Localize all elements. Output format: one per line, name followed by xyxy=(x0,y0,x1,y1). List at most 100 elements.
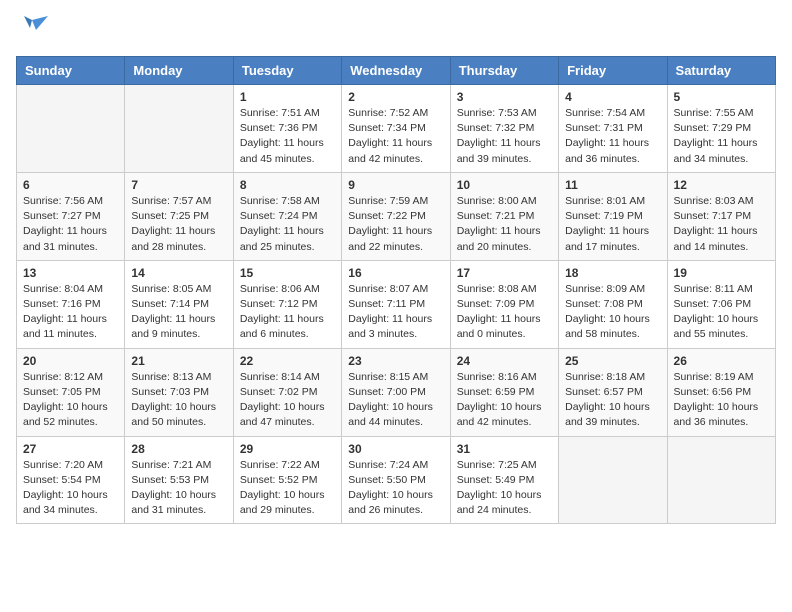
day-number: 6 xyxy=(23,178,118,192)
calendar-cell: 20 Sunrise: 8:12 AM Sunset: 7:05 PM Dayli… xyxy=(17,348,125,436)
page-header xyxy=(16,16,776,44)
calendar-cell: 9Sunrise: 7:59 AM Sunset: 7:22 PM Daylig… xyxy=(342,172,450,260)
calendar-cell: 16Sunrise: 8:07 AM Sunset: 7:11 PM Dayli… xyxy=(342,260,450,348)
calendar-cell: 6 Sunrise: 7:56 AM Sunset: 7:27 PM Daylig… xyxy=(17,172,125,260)
calendar-cell: 31 Sunrise: 7:25 AM Sunset: 5:49 PM Dayli… xyxy=(450,436,558,524)
calendar-header-row: SundayMondayTuesdayWednesdayThursdayFrid… xyxy=(17,57,776,85)
day-info: Sunrise: 7:24 AM Sunset: 5:50 PM Dayligh… xyxy=(348,458,443,519)
day-number: 22 xyxy=(240,354,335,368)
weekday-header-thursday: Thursday xyxy=(450,57,558,85)
day-info: Sunrise: 8:06 AM Sunset: 7:12 PM Dayligh… xyxy=(240,282,335,343)
day-number: 13 xyxy=(23,266,118,280)
calendar-cell xyxy=(667,436,775,524)
calendar-week-4: 20 Sunrise: 8:12 AM Sunset: 7:05 PM Dayli… xyxy=(17,348,776,436)
calendar-cell: 19 Sunrise: 8:11 AM Sunset: 7:06 PM Dayli… xyxy=(667,260,775,348)
day-number: 11 xyxy=(565,178,660,192)
calendar-cell: 8 Sunrise: 7:58 AM Sunset: 7:24 PM Daylig… xyxy=(233,172,341,260)
day-number: 1 xyxy=(240,90,335,104)
day-info: Sunrise: 7:51 AM Sunset: 7:36 PM Dayligh… xyxy=(240,106,335,167)
calendar-week-2: 6 Sunrise: 7:56 AM Sunset: 7:27 PM Daylig… xyxy=(17,172,776,260)
day-number: 29 xyxy=(240,442,335,456)
calendar-table: SundayMondayTuesdayWednesdayThursdayFrid… xyxy=(16,56,776,524)
day-number: 26 xyxy=(674,354,769,368)
calendar-cell: 15 Sunrise: 8:06 AM Sunset: 7:12 PM Dayli… xyxy=(233,260,341,348)
calendar-week-5: 27 Sunrise: 7:20 AM Sunset: 5:54 PM Dayli… xyxy=(17,436,776,524)
day-number: 31 xyxy=(457,442,552,456)
day-info: Sunrise: 8:05 AM Sunset: 7:14 PM Dayligh… xyxy=(131,282,226,343)
weekday-header-friday: Friday xyxy=(559,57,667,85)
day-info: Sunrise: 7:57 AM Sunset: 7:25 PM Dayligh… xyxy=(131,194,226,255)
day-info: Sunrise: 7:53 AM Sunset: 7:32 PM Dayligh… xyxy=(457,106,552,167)
calendar-cell xyxy=(125,85,233,173)
day-info: Sunrise: 8:08 AM Sunset: 7:09 PM Dayligh… xyxy=(457,282,552,343)
day-number: 12 xyxy=(674,178,769,192)
day-info: Sunrise: 8:01 AM Sunset: 7:19 PM Dayligh… xyxy=(565,194,660,255)
weekday-header-wednesday: Wednesday xyxy=(342,57,450,85)
day-number: 27 xyxy=(23,442,118,456)
day-info: Sunrise: 8:11 AM Sunset: 7:06 PM Dayligh… xyxy=(674,282,769,343)
calendar-week-3: 13 Sunrise: 8:04 AM Sunset: 7:16 PM Dayli… xyxy=(17,260,776,348)
day-number: 15 xyxy=(240,266,335,280)
day-number: 14 xyxy=(131,266,226,280)
calendar-cell: 7 Sunrise: 7:57 AM Sunset: 7:25 PM Daylig… xyxy=(125,172,233,260)
calendar-cell: 4 Sunrise: 7:54 AM Sunset: 7:31 PM Daylig… xyxy=(559,85,667,173)
day-number: 19 xyxy=(674,266,769,280)
calendar-cell: 18 Sunrise: 8:09 AM Sunset: 7:08 PM Dayli… xyxy=(559,260,667,348)
calendar-cell: 21 Sunrise: 8:13 AM Sunset: 7:03 PM Dayli… xyxy=(125,348,233,436)
day-info: Sunrise: 8:16 AM Sunset: 6:59 PM Dayligh… xyxy=(457,370,552,431)
day-info: Sunrise: 7:56 AM Sunset: 7:27 PM Dayligh… xyxy=(23,194,118,255)
calendar-cell xyxy=(559,436,667,524)
day-info: Sunrise: 7:55 AM Sunset: 7:29 PM Dayligh… xyxy=(674,106,769,167)
calendar-cell: 26Sunrise: 8:19 AM Sunset: 6:56 PM Dayli… xyxy=(667,348,775,436)
day-number: 9 xyxy=(348,178,443,192)
calendar-cell: 24 Sunrise: 8:16 AM Sunset: 6:59 PM Dayli… xyxy=(450,348,558,436)
day-number: 5 xyxy=(674,90,769,104)
day-info: Sunrise: 8:14 AM Sunset: 7:02 PM Dayligh… xyxy=(240,370,335,431)
day-info: Sunrise: 8:13 AM Sunset: 7:03 PM Dayligh… xyxy=(131,370,226,431)
day-info: Sunrise: 7:52 AM Sunset: 7:34 PM Dayligh… xyxy=(348,106,443,167)
day-info: Sunrise: 7:54 AM Sunset: 7:31 PM Dayligh… xyxy=(565,106,660,167)
calendar-cell: 25Sunrise: 8:18 AM Sunset: 6:57 PM Dayli… xyxy=(559,348,667,436)
day-info: Sunrise: 7:20 AM Sunset: 5:54 PM Dayligh… xyxy=(23,458,118,519)
calendar-body: 1 Sunrise: 7:51 AM Sunset: 7:36 PM Daylig… xyxy=(17,85,776,524)
calendar-cell: 28 Sunrise: 7:21 AM Sunset: 5:53 PM Dayli… xyxy=(125,436,233,524)
day-number: 24 xyxy=(457,354,552,368)
day-number: 18 xyxy=(565,266,660,280)
day-info: Sunrise: 7:58 AM Sunset: 7:24 PM Dayligh… xyxy=(240,194,335,255)
calendar-cell: 12Sunrise: 8:03 AM Sunset: 7:17 PM Dayli… xyxy=(667,172,775,260)
day-number: 23 xyxy=(348,354,443,368)
day-info: Sunrise: 7:21 AM Sunset: 5:53 PM Dayligh… xyxy=(131,458,226,519)
day-number: 4 xyxy=(565,90,660,104)
day-info: Sunrise: 8:07 AM Sunset: 7:11 PM Dayligh… xyxy=(348,282,443,343)
day-number: 30 xyxy=(348,442,443,456)
day-info: Sunrise: 8:18 AM Sunset: 6:57 PM Dayligh… xyxy=(565,370,660,431)
day-number: 2 xyxy=(348,90,443,104)
day-info: Sunrise: 8:12 AM Sunset: 7:05 PM Dayligh… xyxy=(23,370,118,431)
day-info: Sunrise: 7:22 AM Sunset: 5:52 PM Dayligh… xyxy=(240,458,335,519)
calendar-cell: 13 Sunrise: 8:04 AM Sunset: 7:16 PM Dayli… xyxy=(17,260,125,348)
day-number: 3 xyxy=(457,90,552,104)
calendar-week-1: 1 Sunrise: 7:51 AM Sunset: 7:36 PM Daylig… xyxy=(17,85,776,173)
calendar-cell: 3 Sunrise: 7:53 AM Sunset: 7:32 PM Daylig… xyxy=(450,85,558,173)
day-info: Sunrise: 8:15 AM Sunset: 7:00 PM Dayligh… xyxy=(348,370,443,431)
day-number: 10 xyxy=(457,178,552,192)
calendar-cell: 30 Sunrise: 7:24 AM Sunset: 5:50 PM Dayli… xyxy=(342,436,450,524)
day-number: 28 xyxy=(131,442,226,456)
day-number: 7 xyxy=(131,178,226,192)
logo xyxy=(16,16,52,44)
weekday-header-saturday: Saturday xyxy=(667,57,775,85)
day-info: Sunrise: 8:04 AM Sunset: 7:16 PM Dayligh… xyxy=(23,282,118,343)
weekday-header-monday: Monday xyxy=(125,57,233,85)
calendar-cell: 17Sunrise: 8:08 AM Sunset: 7:09 PM Dayli… xyxy=(450,260,558,348)
calendar-cell: 27 Sunrise: 7:20 AM Sunset: 5:54 PM Dayli… xyxy=(17,436,125,524)
day-number: 8 xyxy=(240,178,335,192)
calendar-cell: 14 Sunrise: 8:05 AM Sunset: 7:14 PM Dayli… xyxy=(125,260,233,348)
day-number: 21 xyxy=(131,354,226,368)
calendar-cell xyxy=(17,85,125,173)
day-info: Sunrise: 7:25 AM Sunset: 5:49 PM Dayligh… xyxy=(457,458,552,519)
calendar-cell: 10Sunrise: 8:00 AM Sunset: 7:21 PM Dayli… xyxy=(450,172,558,260)
logo-icon xyxy=(16,16,48,44)
calendar-cell: 22 Sunrise: 8:14 AM Sunset: 7:02 PM Dayli… xyxy=(233,348,341,436)
day-info: Sunrise: 8:09 AM Sunset: 7:08 PM Dayligh… xyxy=(565,282,660,343)
day-number: 20 xyxy=(23,354,118,368)
